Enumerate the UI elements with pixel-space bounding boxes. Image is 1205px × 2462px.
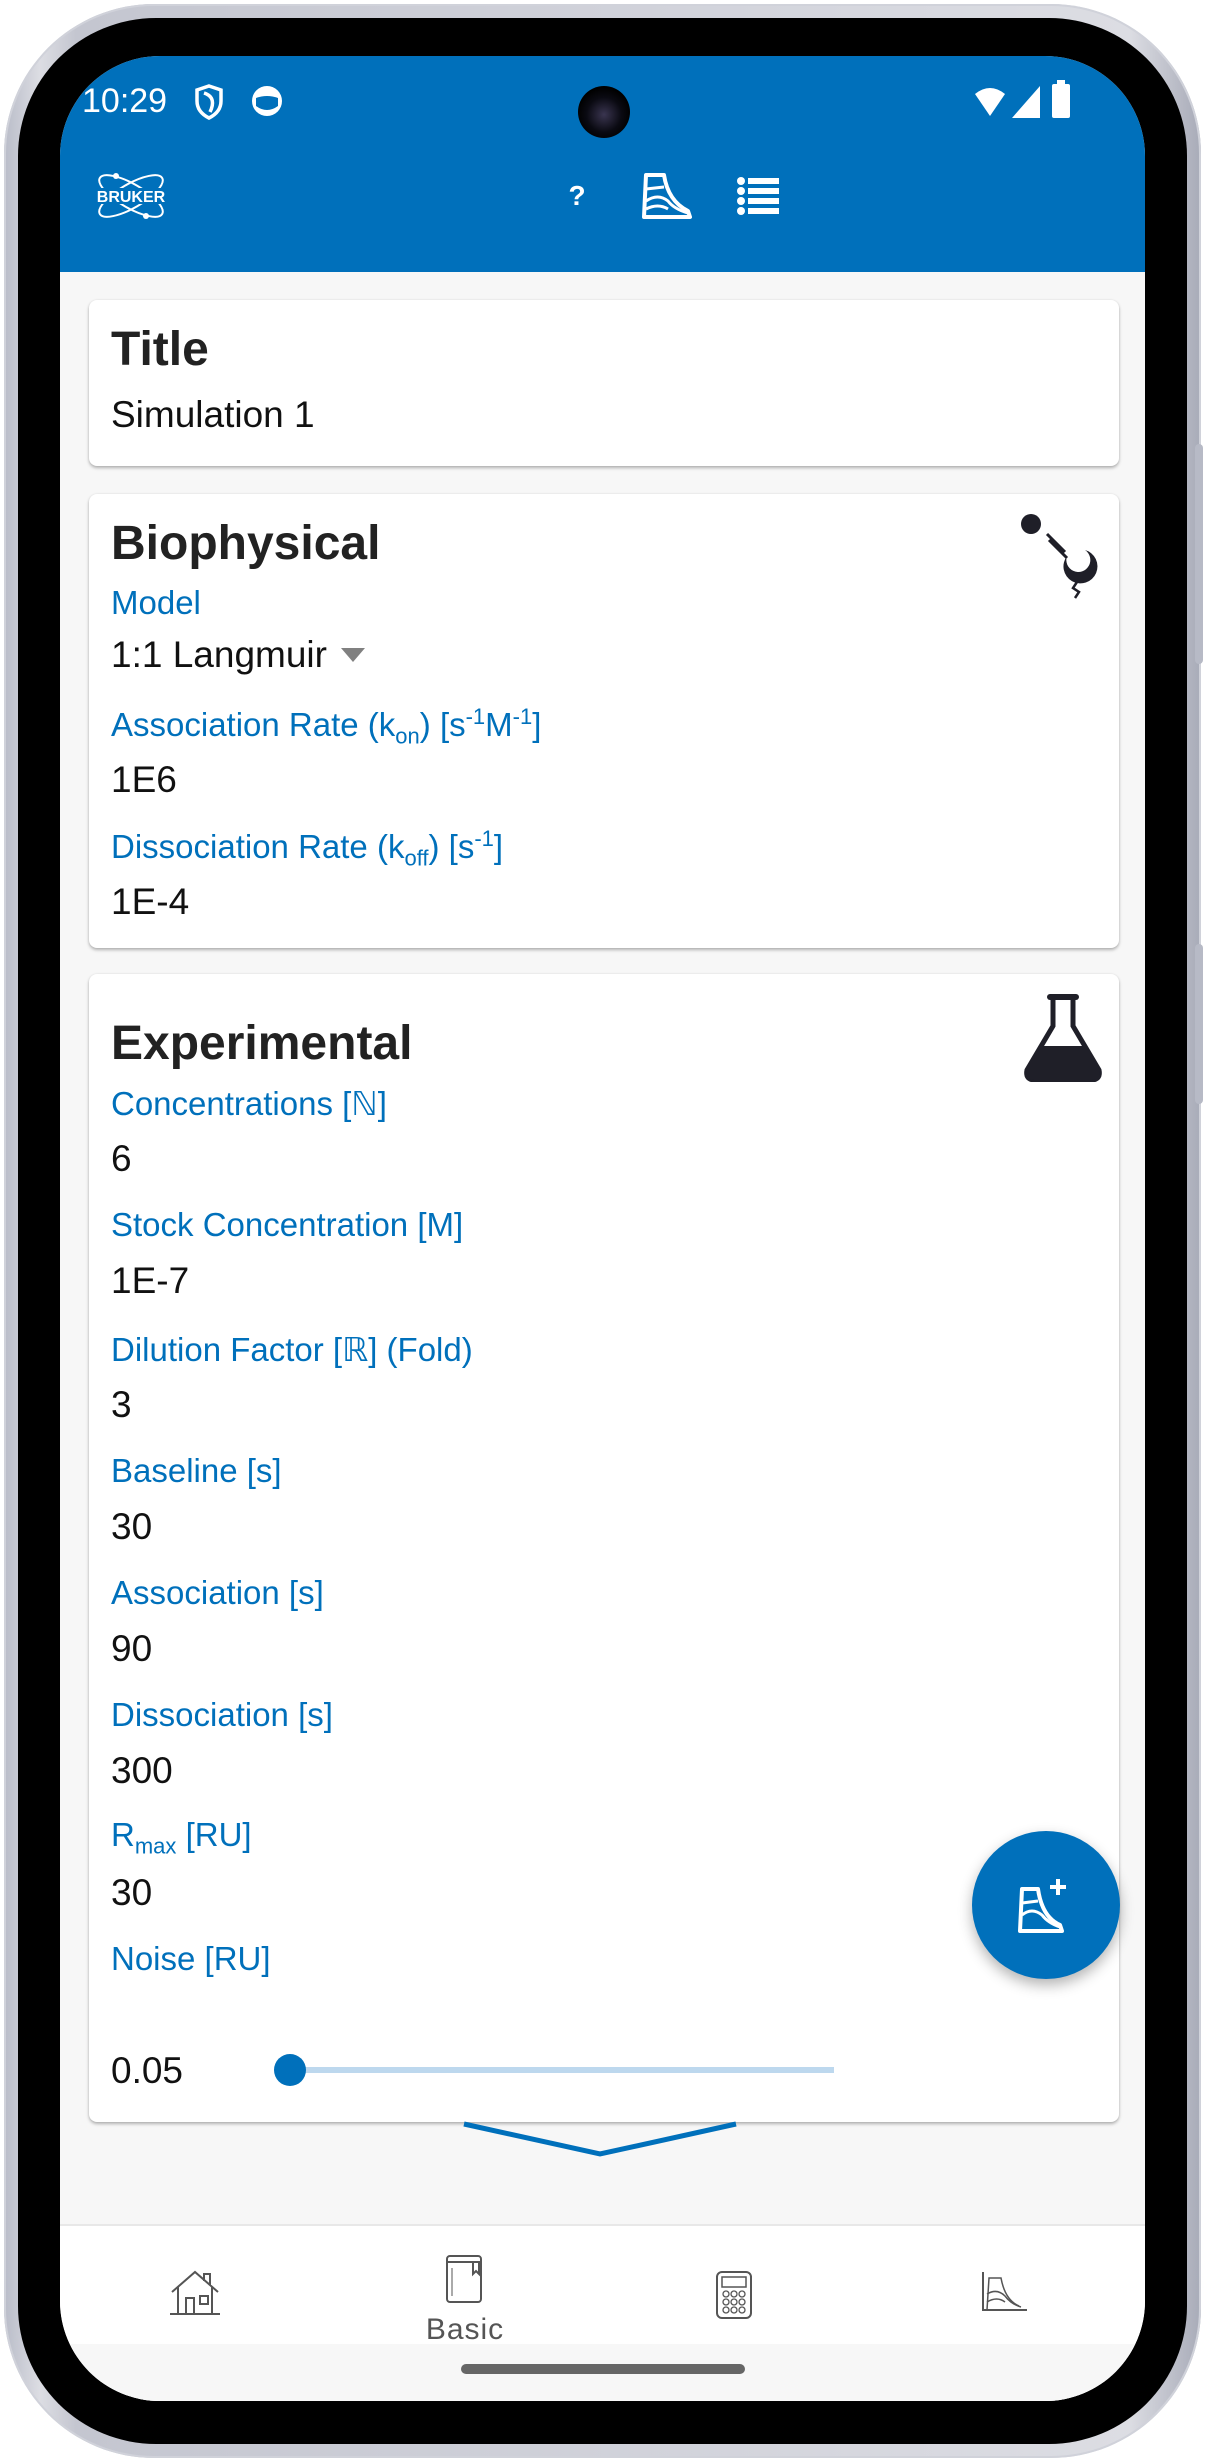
list-button[interactable] (728, 166, 788, 226)
logo-text: BRUKER (97, 189, 166, 206)
kon-input[interactable]: 1E6 (111, 759, 177, 801)
dilution-factor-label: Dilution Factor [ℝ] (Fold) (111, 1331, 473, 1368)
slider-thumb[interactable] (274, 2054, 306, 2086)
kon-superscript: -1 (465, 704, 486, 729)
kon-label: Association Rate (kon) [s-1M-1] (111, 704, 541, 750)
experimental-card: Experimental Concentrations [ℕ] 6 Stock … (89, 974, 1119, 2122)
simulator-chart-icon (982, 2272, 1027, 2311)
biophysical-card: Biophysical Model 1:1 Langmuir Associati… (89, 494, 1119, 948)
koff-superscript: -1 (474, 826, 494, 851)
help-icon: ? (568, 180, 586, 211)
baseline-input[interactable]: 30 (111, 1506, 152, 1548)
rmax-subscript: max (134, 1833, 177, 1859)
rmax-label-text: R (111, 1816, 135, 1853)
model-label: Model (111, 584, 201, 621)
noise-value: 0.05 (111, 2050, 184, 2091)
card-heading: Biophysical (111, 517, 381, 570)
calculator-icon (716, 2271, 752, 2319)
title-card: Title Simulation 1 (89, 300, 1119, 466)
noise-slider[interactable] (274, 2050, 834, 2090)
title-input[interactable]: Simulation 1 (111, 394, 315, 436)
shield-icon (194, 84, 224, 125)
kon-label-text: M (485, 706, 513, 743)
dropdown-arrow-icon (340, 648, 365, 662)
battery-icon (1052, 80, 1070, 123)
model-dropdown[interactable]: 1:1 Langmuir (111, 634, 365, 676)
book-icon (446, 2255, 482, 2303)
power-button (1195, 944, 1203, 1104)
koff-subscript: off (404, 845, 429, 871)
scroll-down-chevron-icon[interactable] (460, 2120, 740, 2160)
help-button[interactable]: ? (552, 166, 602, 226)
volume-button (1195, 444, 1203, 664)
kon-label-text: ) [s (419, 706, 466, 743)
rmax-label: Rmax [RU] (111, 1816, 252, 1860)
koff-label: Dissociation Rate (koff) [s-1] (111, 826, 503, 872)
rmax-label-text: [RU] (176, 1816, 252, 1853)
add-simulation-icon (1018, 1879, 1066, 1933)
binding-equilibrium-icon (1019, 512, 1099, 607)
card-heading: Experimental (111, 1017, 413, 1070)
koff-label-text: ) [s (428, 828, 475, 865)
koff-label-text: Dissociation Rate (k (111, 828, 405, 865)
cellular-signal-icon (1012, 86, 1040, 123)
slider-track (286, 2067, 834, 2073)
home-gesture-bar[interactable] (461, 2364, 745, 2374)
koff-input[interactable]: 1E-4 (111, 881, 189, 923)
dissociation-input[interactable]: 300 (111, 1750, 173, 1792)
kon-label-text: ] (532, 706, 542, 743)
stock-concentration-input[interactable]: 1E-7 (111, 1260, 189, 1302)
rmax-input[interactable]: 30 (111, 1872, 152, 1914)
concentrations-input[interactable]: 6 (111, 1138, 132, 1180)
kon-label-text: Association Rate (k (111, 706, 396, 743)
list-icon (737, 177, 779, 215)
stock-concentration-label: Stock Concentration [M] (111, 1206, 464, 1243)
wifi-icon (975, 86, 1005, 123)
front-camera (578, 86, 630, 138)
dissociation-label: Dissociation [s] (111, 1696, 333, 1733)
concentrations-label: Concentrations [ℕ] (111, 1085, 387, 1122)
sensorgram-icon (642, 173, 692, 219)
phone-frame: 10:29 BRUKER ? Title Simulation 1 Biophy… (4, 4, 1203, 2458)
kon-superscript: -1 (512, 704, 533, 729)
bruker-logo[interactable]: BRUKER (86, 166, 176, 226)
flask-icon (1021, 992, 1105, 1087)
status-time: 10:29 (82, 82, 168, 120)
nav-label: Basic (425, 2313, 505, 2346)
noise-label: Noise [RU] (111, 1940, 271, 1977)
add-simulation-button[interactable] (972, 1831, 1120, 1979)
dilution-factor-input[interactable]: 3 (111, 1384, 132, 1426)
association-label: Association [s] (111, 1574, 324, 1611)
association-input[interactable]: 90 (111, 1628, 152, 1670)
home-icon (170, 2270, 220, 2315)
app-bar: 10:29 BRUKER ? (60, 56, 1145, 272)
baseline-label: Baseline [s] (111, 1452, 282, 1489)
card-heading: Title (111, 323, 209, 376)
app-notification-icon (250, 84, 284, 123)
koff-label-text: ] (493, 828, 504, 865)
screen: 10:29 BRUKER ? Title Simulation 1 Biophy… (60, 56, 1145, 2401)
kon-subscript: on (395, 723, 420, 749)
model-selected-value: 1:1 Langmuir (111, 634, 327, 675)
sensorgram-button[interactable] (630, 166, 700, 226)
